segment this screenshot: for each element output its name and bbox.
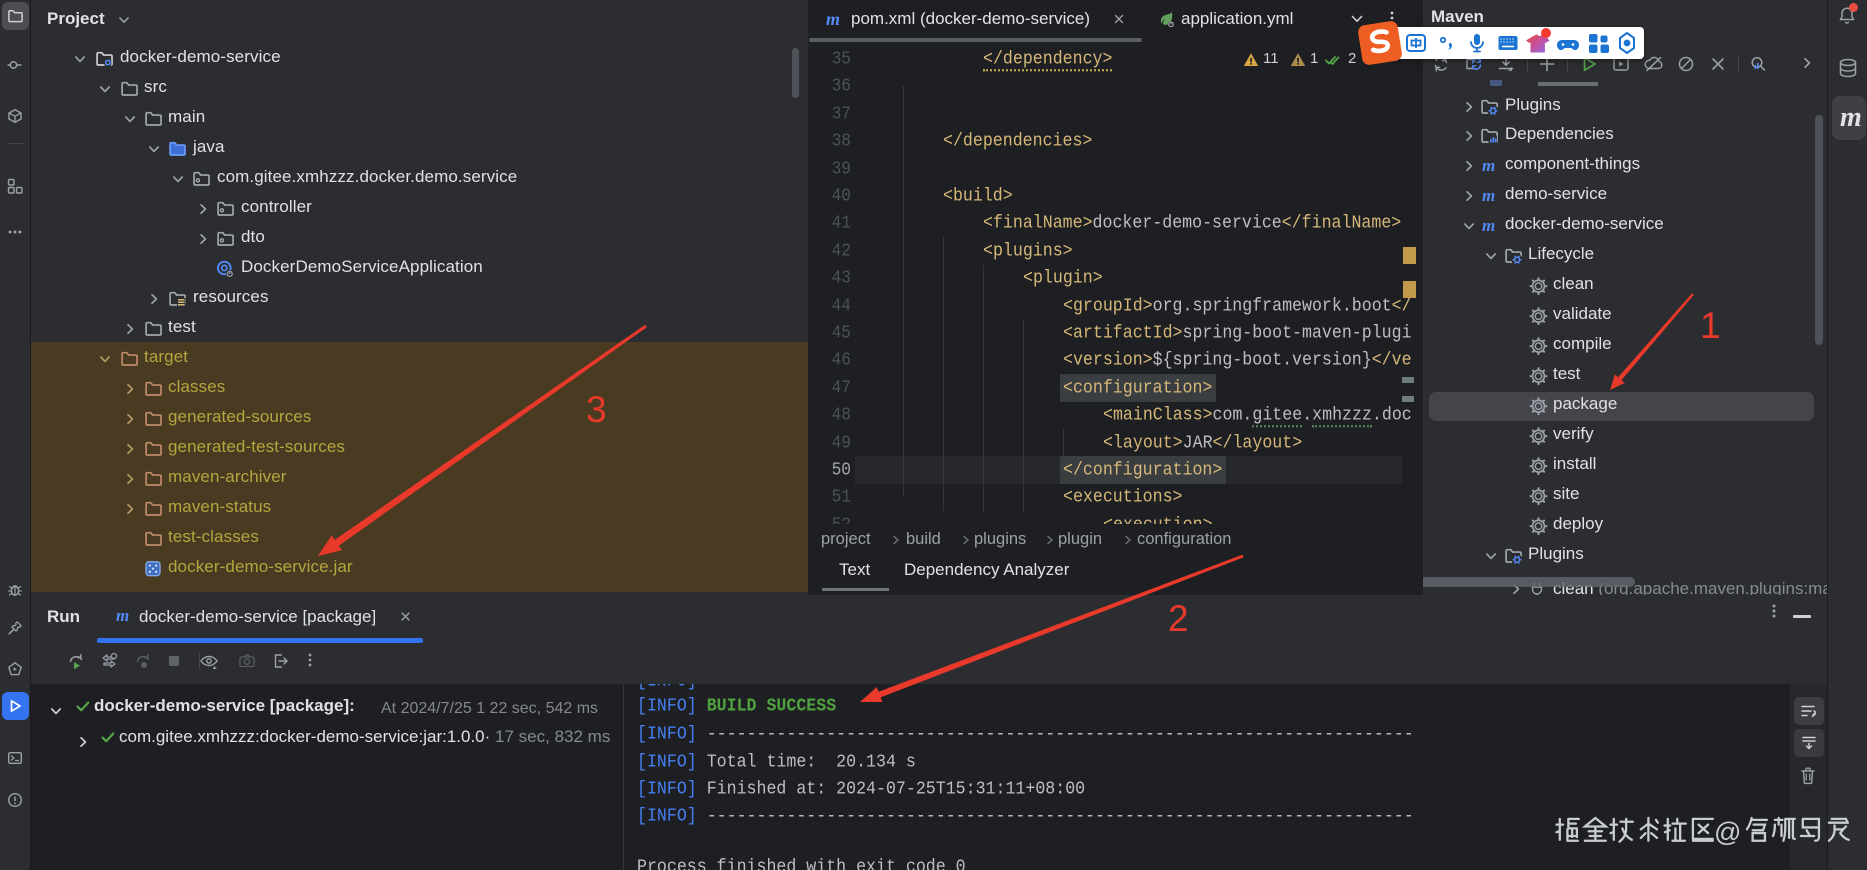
svg-text:@: @ xyxy=(1714,817,1741,847)
